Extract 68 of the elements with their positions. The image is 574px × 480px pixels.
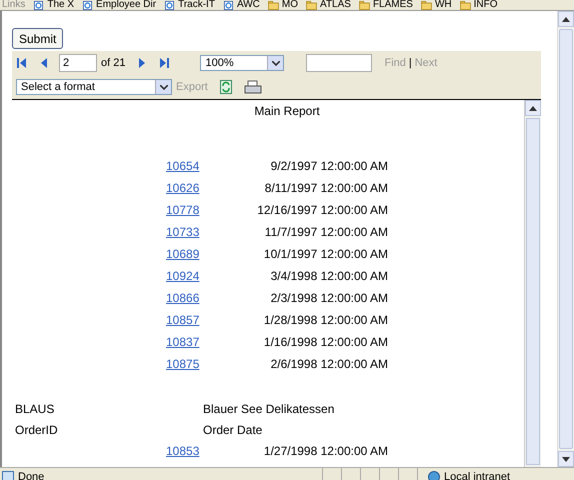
first-page-icon[interactable] — [16, 57, 27, 69]
order-date: 1/28/1998 12:00:00 AM — [262, 313, 388, 327]
links-label: Links — [2, 0, 26, 10]
folder-icon — [268, 0, 279, 10]
order-id-link[interactable]: 10626 — [166, 181, 252, 195]
link-item[interactable]: AWC — [222, 0, 260, 10]
order-date: 10/1/1997 12:00:00 AM — [262, 247, 388, 261]
next-page-icon[interactable] — [137, 57, 148, 69]
link-item[interactable]: ATLAS — [306, 0, 351, 10]
order-date: 11/7/1997 12:00:00 AM — [264, 225, 388, 239]
page-icon — [82, 0, 94, 10]
order-id-link[interactable]: 10866 — [166, 291, 252, 305]
page-icon — [2, 471, 14, 480]
order-date: 8/11/1997 12:00:00 AM — [264, 181, 388, 195]
order-id-link[interactable]: 10733 — [166, 225, 252, 239]
order-id-link[interactable]: 10853 — [166, 444, 252, 458]
folder-icon — [306, 0, 318, 10]
column-header: Order Date — [203, 422, 262, 436]
page-icon — [222, 0, 234, 10]
order-date: 2/6/1998 12:00:00 AM — [270, 357, 388, 371]
order-id-link[interactable]: 10837 — [166, 335, 252, 349]
link-item[interactable]: FLAMES — [358, 0, 413, 10]
page-icon — [33, 0, 44, 10]
submit-button[interactable]: Submit — [12, 28, 64, 49]
order-date: 1/16/1998 12:00:00 AM — [262, 335, 388, 349]
folder-icon — [358, 0, 370, 10]
link-item[interactable]: MO — [268, 0, 298, 10]
link-item[interactable]: WH — [420, 0, 452, 10]
folder-icon — [460, 0, 471, 10]
order-id-link[interactable]: 10924 — [166, 269, 252, 283]
customer-code: BLAUS — [15, 402, 56, 416]
printer-icon[interactable] — [244, 80, 262, 94]
folder-icon — [420, 0, 432, 10]
page-number-field[interactable]: 2 — [59, 54, 97, 72]
order-id-link[interactable]: 10875 — [166, 357, 252, 371]
order-date: 3/4/1998 12:00:00 AM — [270, 269, 388, 283]
globe-icon — [428, 471, 440, 480]
format-dropdown[interactable]: Select a format — [16, 79, 172, 95]
page-scrollbar[interactable] — [557, 11, 574, 467]
report-scrollbar[interactable] — [524, 100, 541, 467]
scroll-up-icon[interactable] — [529, 106, 537, 110]
security-zone: Local intranet — [417, 468, 574, 480]
find-field[interactable] — [306, 54, 372, 72]
scroll-down-icon[interactable] — [562, 456, 570, 462]
order-id-link[interactable]: 10689 — [166, 247, 252, 261]
refresh-icon[interactable] — [220, 80, 232, 94]
order-date: 1/27/1998 12:00:00 AM — [262, 444, 388, 458]
order-id-link[interactable]: 10857 — [166, 313, 252, 327]
link-separator: | — [408, 57, 412, 69]
page-icon — [164, 0, 176, 10]
status-text: Done — [0, 468, 322, 480]
order-id-link[interactable]: 10654 — [166, 159, 252, 173]
customer-name: Blauer See Delikatessen — [203, 402, 334, 416]
last-page-icon[interactable] — [159, 57, 170, 69]
scroll-up-icon[interactable] — [562, 16, 570, 22]
order-date: 9/2/1997 12:00:00 AM — [270, 159, 388, 173]
link-item[interactable]: The X — [33, 0, 74, 10]
previous-page-icon[interactable] — [39, 57, 49, 69]
report-title: Main Report — [253, 104, 321, 118]
page-count: of 21 — [101, 57, 126, 69]
order-id-link[interactable]: 10778 — [166, 203, 252, 217]
link-item[interactable]: Track-IT — [164, 0, 215, 10]
link-item[interactable]: INFO — [460, 0, 498, 10]
column-header: OrderID — [15, 422, 59, 436]
order-date: 12/16/1997 12:00:00 AM — [256, 203, 388, 217]
zoom-dropdown[interactable]: 100% — [200, 55, 284, 71]
order-date: 2/3/1998 12:00:00 AM — [270, 291, 388, 305]
link-item[interactable]: Employee Dir — [82, 0, 156, 10]
